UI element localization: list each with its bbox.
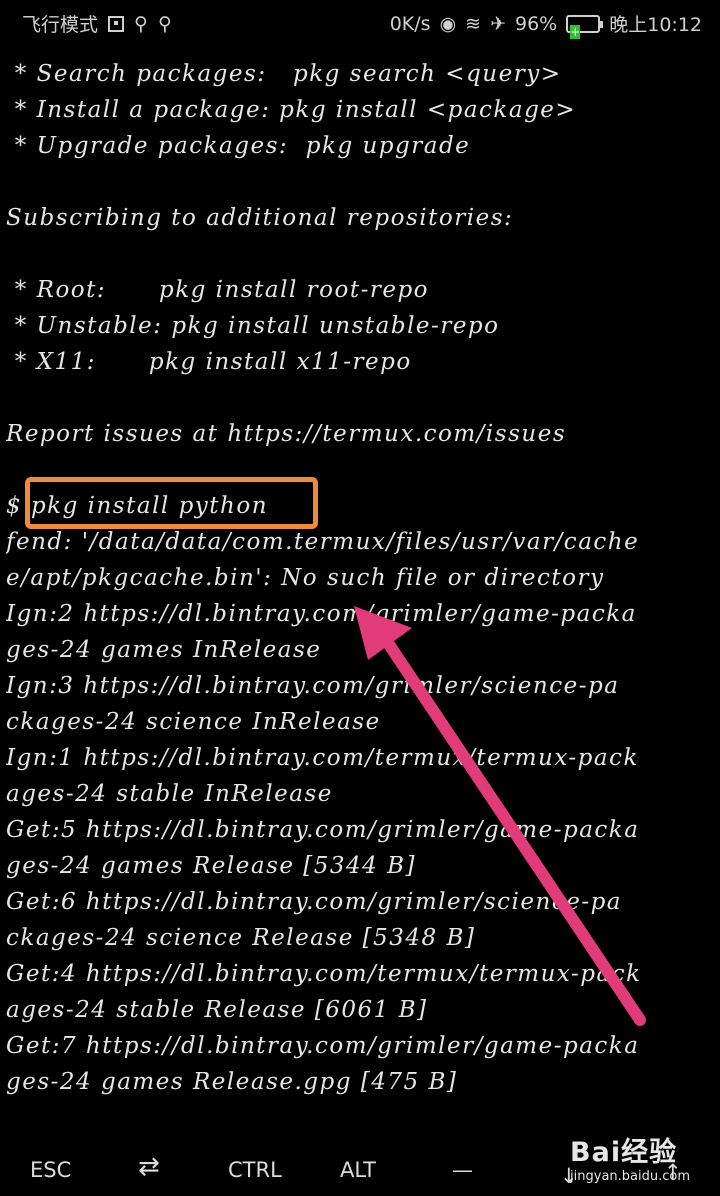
airplane-icon: ✈: [490, 12, 506, 35]
battery-percent: 96%: [515, 12, 558, 35]
terminal-line: ges-24 games InRelease: [6, 637, 322, 663]
eye-icon: ◉: [439, 12, 457, 35]
network-speed: 0K/s: [389, 12, 431, 35]
terminal-line: ages-24 stable InRelease: [6, 781, 333, 807]
terminal-line: * X11: pkg install x11-repo: [6, 349, 412, 375]
alt-key[interactable]: ALT: [340, 1158, 376, 1182]
terminal-line: * Unstable: pkg install unstable-repo: [6, 313, 500, 339]
terminal-line: * Install a package: pkg install <packag…: [6, 97, 577, 123]
terminal-line: Get:7 https://dl.bintray.com/grimler/gam…: [6, 1033, 640, 1059]
terminal-line: Subscribing to additional repositories:: [6, 205, 514, 231]
terminal-line: Get:5 https://dl.bintray.com/grimler/gam…: [6, 817, 640, 843]
terminal-line: * Root: pkg install root-repo: [6, 277, 430, 303]
terminal-line: * Search packages: pkg search <query>: [6, 61, 562, 87]
airplane-mode-label: 飞行模式: [22, 14, 99, 36]
usb-icon: ⚲: [157, 12, 172, 35]
terminal-line: ges-24 games Release [5344 B]: [6, 853, 416, 879]
terminal-line: Get:6 https://dl.bintray.com/grimler/sci…: [6, 889, 623, 915]
wifi-icon: ≋: [465, 12, 482, 35]
usb-icon: ⚲: [134, 12, 148, 35]
tab-key[interactable]: ⇄: [138, 1152, 160, 1182]
terminal-line: ckages-24 science InRelease: [6, 709, 381, 735]
dash-key[interactable]: —: [452, 1158, 473, 1182]
terminal-line: ckages-24 science Release [5348 B]: [6, 925, 476, 951]
terminal-line: e/apt/pkgcache.bin': No such file or dir…: [6, 565, 605, 591]
terminal-line: Report issues at https://termux.com/issu…: [6, 421, 567, 447]
esc-key[interactable]: ESC: [30, 1158, 71, 1182]
sim-icon: [108, 15, 125, 32]
clock: 晚上10:12: [609, 14, 702, 36]
baidu-watermark: Bai经验 jingyan.baidu.com: [570, 1130, 690, 1184]
terminal-line: ages-24 stable Release [6061 B]: [6, 997, 428, 1023]
battery-icon: +: [566, 14, 604, 39]
terminal-line: Ign:3 https://dl.bintray.com/grimler/sci…: [6, 673, 620, 699]
terminal-line: Ign:1 https://dl.bintray.com/termux/term…: [6, 745, 639, 771]
status-right: 0K/s ◉ ≋ ✈ 96% + 晚上10:12: [389, 10, 702, 39]
terminal-line: ges-24 games Release.gpg [475 B]: [6, 1069, 458, 1095]
baidu-logo: Bai经验: [570, 1137, 678, 1168]
command-highlight-box: [25, 477, 318, 529]
terminal-line: Get:4 https://dl.bintray.com/termux/term…: [6, 961, 642, 987]
watermark-url: jingyan.baidu.com: [570, 1169, 690, 1184]
terminal-line: * Upgrade packages: pkg upgrade: [6, 133, 471, 159]
terminal-line: fend: '/data/data/com.termux/files/usr/v…: [6, 529, 640, 555]
terminal-line: Ign:2 https://dl.bintray.com/grimler/gam…: [6, 601, 637, 627]
terminal-output[interactable]: * Search packages: pkg search <query> * …: [6, 56, 718, 1100]
status-bar: 飞行模式 ⚲ ⚲ 0K/s ◉ ≋ ✈ 96% + 晚上10:12: [0, 0, 720, 48]
ctrl-key[interactable]: CTRL: [228, 1158, 282, 1182]
status-left: 飞行模式 ⚲ ⚲: [22, 10, 172, 37]
